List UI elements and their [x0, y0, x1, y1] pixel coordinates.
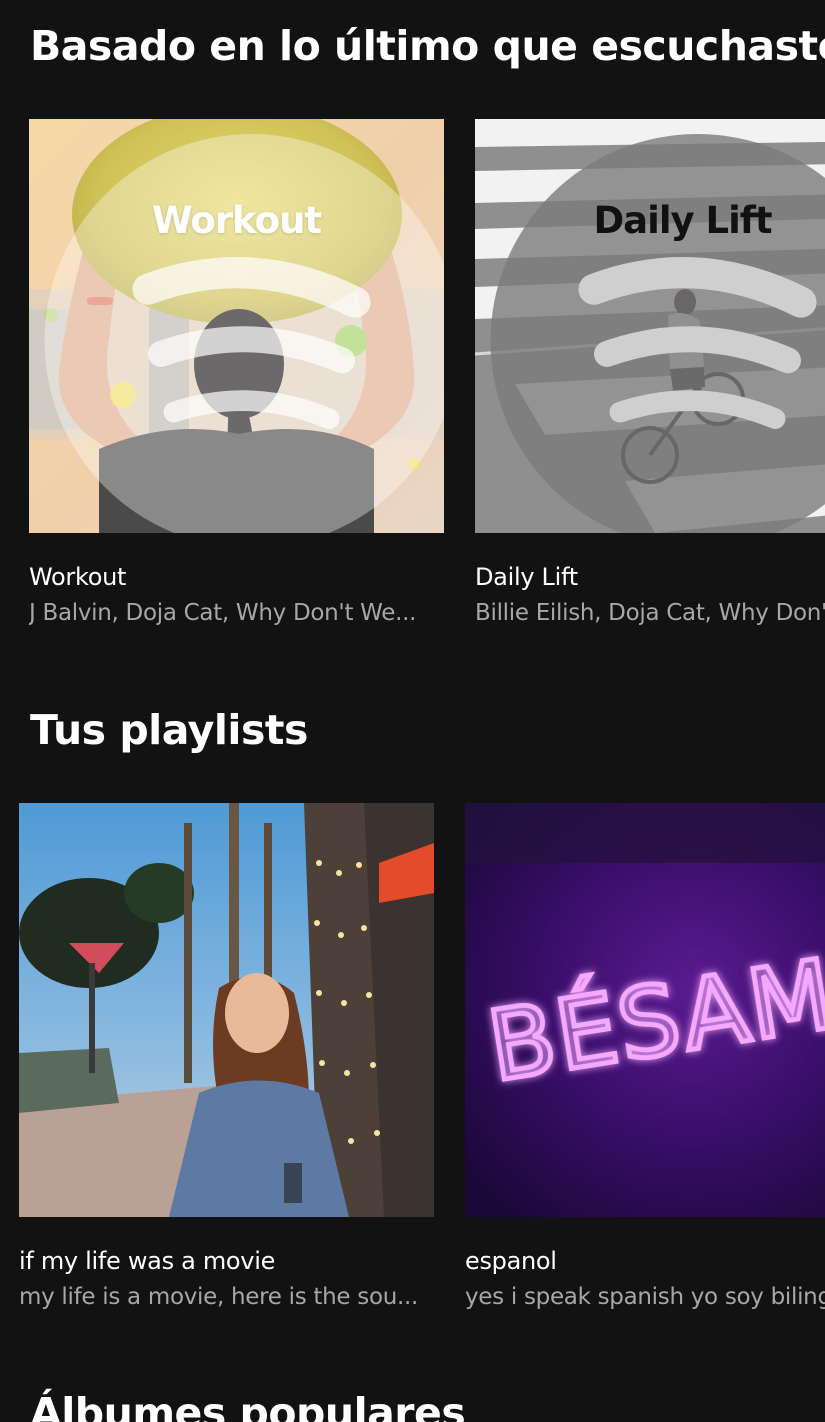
- section-title-popular-albums: Álbumes populares: [30, 1389, 466, 1422]
- playlist-subtitle: Billie Eilish, Doja Cat, Why Don't We: [475, 600, 825, 626]
- playlist-subtitle: my life is a movie, here is the sou...: [19, 1284, 419, 1310]
- playlist-cover-workout[interactable]: Workout: [29, 119, 444, 533]
- spotify-logo-icon: [490, 134, 825, 533]
- playlist-cover-espanol[interactable]: BÉSAME: [465, 803, 825, 1217]
- playlist-title[interactable]: Daily Lift: [475, 563, 825, 591]
- playlist-title[interactable]: espanol: [465, 1247, 825, 1275]
- playlist-cover-if-my-life[interactable]: [19, 803, 434, 1217]
- section-title-recent: Basado en lo último que escuchaste: [30, 22, 825, 70]
- playlist-card-daily-lift[interactable]: Daily Lift Daily Lift Billie Eilish, Doj…: [475, 119, 825, 626]
- shelf-your-playlists[interactable]: if my life was a movie my life is a movi…: [0, 803, 825, 1343]
- playlist-card-workout[interactable]: Workout Workout J Balvin, Doja Cat, Why …: [29, 119, 444, 626]
- playlist-card-espanol[interactable]: BÉSAME espanol yes i speak spanish yo so…: [465, 803, 825, 1310]
- home-feed: Basado en lo último que escuchaste Worko…: [0, 0, 825, 1422]
- playlist-title[interactable]: if my life was a movie: [19, 1247, 434, 1275]
- playlist-subtitle: J Balvin, Doja Cat, Why Don't We...: [29, 600, 417, 626]
- section-title-your-playlists: Tus playlists: [30, 706, 308, 754]
- playlist-title[interactable]: Workout: [29, 563, 444, 591]
- playlist-cover-daily-lift[interactable]: Daily Lift: [475, 119, 825, 533]
- playlist-subtitle: yes i speak spanish yo soy bilingue: [465, 1284, 825, 1310]
- cover-text-workout: Workout: [151, 199, 322, 242]
- playlist-card-if-my-life-was-a-movie[interactable]: if my life was a movie my life is a movi…: [19, 803, 434, 1310]
- shelf-recent[interactable]: Workout Workout J Balvin, Doja Cat, Why …: [0, 119, 825, 659]
- spotify-logo-icon: [44, 134, 444, 533]
- cover-text-daily-lift: Daily Lift: [593, 199, 772, 242]
